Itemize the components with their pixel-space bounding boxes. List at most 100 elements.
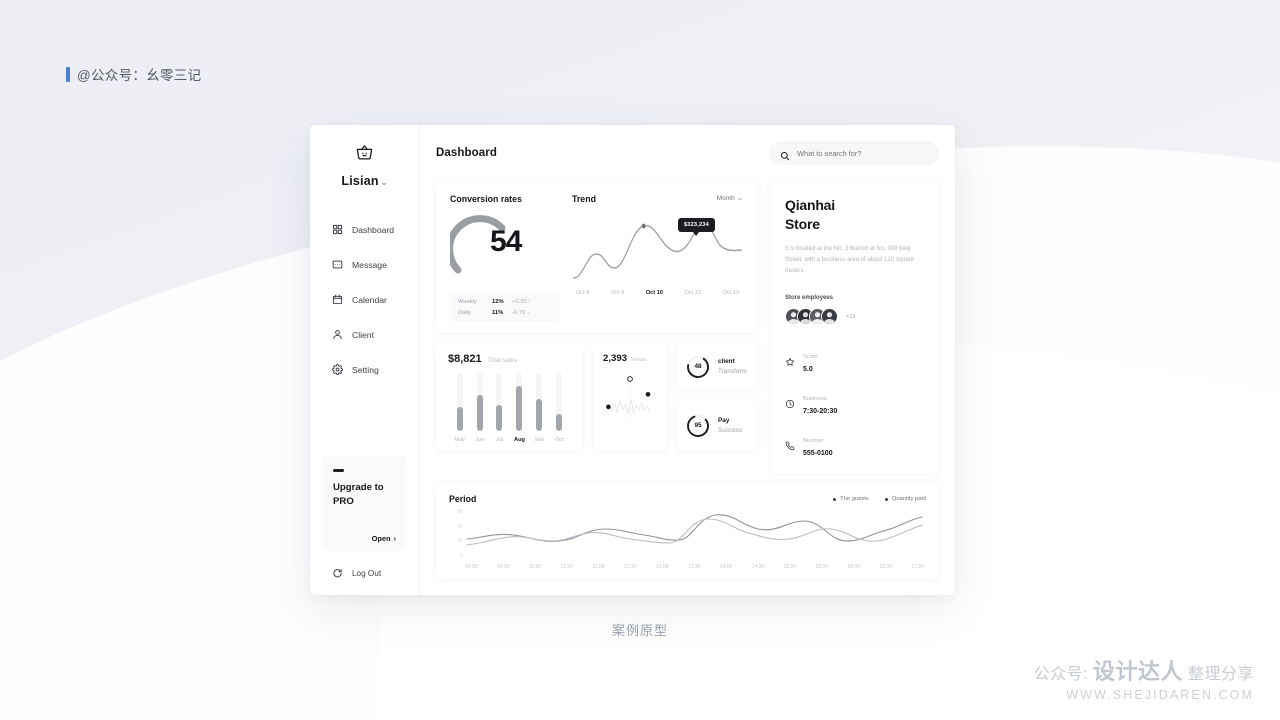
x-tick: Oct 9 [610,290,625,296]
calendar-icon [332,294,343,305]
main-content: Dashboard Conversion rates [420,125,955,595]
sidebar-item-label: Setting [352,364,379,375]
conversion-trend-card: Conversion rates 54 Weekly 12% +0.35 ↑ D… [436,180,757,332]
x-tick: 12:00 [592,564,605,571]
sidebar-nav: Dashboard Message Calendar Client Settin… [310,212,419,387]
x-tick: 15:00 [783,564,797,571]
sidebar: Lisian ⌄ Dashboard Message Calendar Clie… [310,125,420,595]
bar-column: Oct [550,373,569,443]
period-line-chart [466,514,923,546]
conversion-gauge: 54 [446,214,560,276]
views-point-right [645,391,651,397]
y-tick: 0 [460,552,463,559]
stat-delta: -0.75 ↓ [512,310,530,316]
watermark-bottom-line1: 公众号: 设计达人 整理分享 [1034,654,1254,686]
views-sparkline [606,376,651,422]
bar-fill [456,406,463,431]
ring-metrics-stack: 48 client Transform 95 Pay Success [677,342,757,450]
sidebar-item-dashboard[interactable]: Dashboard [310,212,419,247]
app-window: Lisian ⌄ Dashboard Message Calendar Clie… [310,125,955,595]
views-card: 2,393 Views [593,342,667,450]
store-title: Qianhai Store [785,196,925,234]
bar-column: May [450,373,469,443]
sidebar-item-message[interactable]: Message [310,247,419,282]
x-tick: 11:30 [560,564,573,571]
search-input[interactable] [797,148,928,158]
legend-item-guests[interactable]: The guests [833,496,869,502]
bar-track [516,373,523,431]
x-tick: 13:30 [687,564,701,571]
x-tick: Oct 8 [576,290,590,296]
message-icon [332,259,343,270]
bar-fill [496,404,503,431]
trend-range-select[interactable]: Month ⌄ [717,194,743,203]
client-transform-card: 48 client Transform [677,342,757,391]
brand[interactable]: Lisian ⌄ [310,143,419,188]
conversion-rates-panel: Conversion rates 54 Weekly 12% +0.35 ↑ D… [446,194,560,322]
x-tick: 10:30 [496,564,510,571]
store-score-value: 5.0 [803,366,813,374]
pay-success-value: 95 [694,422,702,429]
store-number-key: Number [803,438,824,445]
grid-icon [332,224,343,235]
sidebar-item-label: Message [352,259,387,270]
store-info-list: Score 5.0 Business 7:30-20:30 Number 555… [785,345,925,457]
x-tick: 14:30 [751,564,765,571]
watermark-bottom-suffix: 整理分享 [1187,666,1254,683]
store-business-text: Business 7:30-20:30 [803,387,837,415]
stat-percent: 11% [492,310,504,316]
trend-header: Trend Month ⌄ [572,194,743,204]
watermark-top: @公众号：幺零三记 [66,64,201,84]
top-bar: Dashboard [436,141,939,165]
sidebar-item-calendar[interactable]: Calendar [310,282,419,317]
bar-label: Sep [534,437,545,443]
bar-label: Jul [495,437,504,443]
store-score-text: Score 5.0 [803,345,818,373]
upgrade-promo-card[interactable]: Upgrade to PRO Open › [322,456,407,551]
trend-x-axis: Oct 8 Oct 9 Oct 10 Oct 12 Oct 13 [572,290,743,296]
promo-title: Upgrade to PRO [333,482,384,507]
bar-fill [556,413,563,431]
client-transform-text: client Transform [718,358,747,375]
promo-open-button[interactable]: Open › [372,534,396,543]
bar-fill [516,385,523,431]
client-transform-ring: 48 [685,354,711,380]
bar-label: Jun [474,437,485,443]
trend-title: Trend [572,194,596,204]
phone-icon [785,438,795,451]
y-tick: 80 [457,509,463,516]
logout-button[interactable]: Log Out [310,551,419,595]
x-tick: 13:00 [655,564,669,571]
legend-item-quantity-paid[interactable]: Quantity paid [884,496,926,503]
right-column: Qianhai Store It is located at the No. 3… [771,180,939,474]
views-point-top [627,376,633,382]
sidebar-item-client[interactable]: Client [310,317,419,352]
sidebar-item-setting[interactable]: Setting [310,352,419,387]
avatar[interactable] [821,308,838,326]
stat-row: Daily 11% -0.75 ↓ [458,310,552,316]
total-sales-header: $8,821 Total sales [448,353,571,365]
bar-track [496,373,503,431]
chevron-down-icon: ⌄ [737,195,743,202]
trend-tooltip: $323,234 [678,218,715,236]
pay-success-subtitle: Success [718,427,743,434]
search-bar[interactable] [769,141,939,165]
store-employees-more[interactable]: +13 [846,314,856,320]
stat-row: Weekly 12% +0.35 ↑ [458,299,552,305]
pay-success-text: Pay Success [718,417,742,434]
promo-open-label: Open [371,534,391,543]
store-business-item: Business 7:30-20:30 [785,387,925,415]
store-employee-avatars: +13 [785,308,925,326]
chevron-right-icon: › [393,534,396,543]
brand-name: Lisian ⌄ [341,174,388,188]
bar-label-active: Aug [514,437,525,443]
sidebar-item-label: Client [352,329,374,340]
basket-logo-icon [310,143,419,167]
bar-track [556,373,563,431]
legend-label: Quantity paid [891,496,926,503]
legend-dot-icon [884,497,888,501]
x-tick-active: Oct 10 [645,290,663,296]
trend-panel: Trend Month ⌄ $323,234 Oct 8 Oct 9 Oct 1… [572,194,743,322]
client-transform-subtitle: Transform [718,368,747,375]
views-subtitle: Views [631,357,647,363]
